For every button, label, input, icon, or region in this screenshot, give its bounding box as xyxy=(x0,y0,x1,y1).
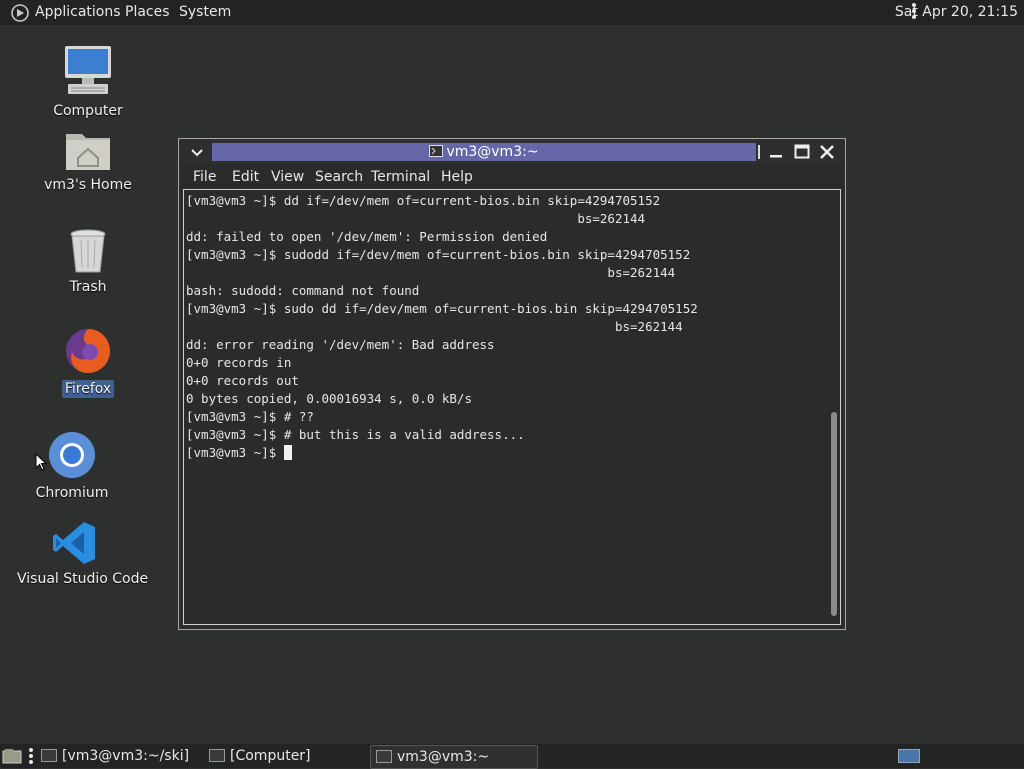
text-cursor xyxy=(283,445,292,460)
task-button-computer[interactable]: [Computer] xyxy=(204,745,390,767)
menu-help[interactable]: Help xyxy=(441,169,473,185)
task-button-terminal-ski[interactable]: [vm3@vm3:~/ski] xyxy=(36,745,227,767)
trash-icon xyxy=(70,229,106,273)
terminal-icon xyxy=(376,750,392,763)
scrollbar[interactable] xyxy=(830,194,838,618)
terminal-line: 0+0 records out xyxy=(186,373,299,388)
terminal-line: 0 bytes copied, 0.00016934 s, 0.0 kB/s xyxy=(186,391,472,406)
window-titlebar[interactable]: vm3@vm3:~ xyxy=(179,139,845,164)
computer-small-icon xyxy=(209,749,225,762)
desktop-icon-computer[interactable]: Computer xyxy=(38,44,138,120)
terminal-prompt-line[interactable]: [vm3@vm3 ~]$ xyxy=(186,444,822,462)
menu-system[interactable]: System xyxy=(179,4,231,20)
window-menu-chevron-icon[interactable] xyxy=(187,142,207,162)
desktop-icon-vscode[interactable]: Visual Studio Code xyxy=(14,520,148,588)
terminal-line: bs=262144 xyxy=(186,211,646,226)
menu-search[interactable]: Search xyxy=(315,169,363,185)
desktop-icon-label: Computer xyxy=(53,103,123,119)
show-desktop-icon[interactable] xyxy=(2,748,22,768)
bottom-taskbar: [vm3@vm3:~/ski] [Computer] vm3@vm3:~ xyxy=(0,744,1024,769)
terminal-title-icon xyxy=(429,145,444,157)
terminal-line: bash: sudodd: command not found xyxy=(186,283,420,298)
desktop-icon-label: vm3's Home xyxy=(44,177,132,193)
terminal-line: [vm3@vm3 ~]$ sudo dd if=/dev/mem of=curr… xyxy=(186,301,698,316)
maximize-icon[interactable] xyxy=(792,142,812,162)
workspace-switcher[interactable] xyxy=(898,749,920,763)
gnome-foot-icon[interactable] xyxy=(10,3,30,27)
terminal-line: 0+0 records in xyxy=(186,355,292,370)
vscode-icon xyxy=(53,522,95,564)
terminal-icon xyxy=(41,749,57,762)
home-folder-icon xyxy=(66,134,110,170)
menu-view[interactable]: View xyxy=(271,169,304,185)
task-label: [Computer] xyxy=(230,748,311,764)
chromium-icon xyxy=(49,432,95,478)
desktop-icon-label: Visual Studio Code xyxy=(17,571,149,587)
menu-places[interactable]: Places xyxy=(125,4,170,20)
task-button-terminal-active[interactable]: vm3@vm3:~ xyxy=(370,745,538,769)
terminal-line: [vm3@vm3 ~]$ sudodd if=/dev/mem of=curre… xyxy=(186,247,691,262)
terminal-line: [vm3@vm3 ~]$ dd if=/dev/mem of=current-b… xyxy=(186,193,661,208)
menu-applications[interactable]: Applications xyxy=(35,4,121,20)
mouse-pointer-icon xyxy=(35,453,47,471)
title-divider xyxy=(758,145,760,159)
firefox-icon xyxy=(66,329,110,373)
taskbar-handle-icon[interactable] xyxy=(29,748,33,766)
desktop-icon-trash[interactable]: Trash xyxy=(38,228,138,296)
menu-edit[interactable]: Edit xyxy=(232,169,259,185)
window-title: vm3@vm3:~ xyxy=(446,144,539,160)
terminal-line: bs=262144 xyxy=(186,319,683,334)
window-title-bar-center: vm3@vm3:~ xyxy=(212,143,756,161)
minimize-icon[interactable] xyxy=(766,142,786,162)
task-label: vm3@vm3:~ xyxy=(397,749,490,765)
terminal-output[interactable]: [vm3@vm3 ~]$ dd if=/dev/mem of=current-b… xyxy=(183,189,841,625)
terminal-prompt: [vm3@vm3 ~]$ xyxy=(186,445,284,460)
menu-terminal[interactable]: Terminal xyxy=(371,169,430,185)
terminal-menubar: File Edit View Search Terminal Help xyxy=(183,165,839,189)
terminal-line: dd: failed to open '/dev/mem': Permissio… xyxy=(186,229,548,244)
terminal-line: [vm3@vm3 ~]$ # ?? xyxy=(186,409,314,424)
terminal-line: bs=262144 xyxy=(186,265,676,280)
top-panel: Applications Places System Sat Apr 20, 2… xyxy=(0,0,1024,25)
close-icon[interactable] xyxy=(817,142,837,162)
desktop-icon-label: Chromium xyxy=(35,485,109,501)
desktop-icon-label: Trash xyxy=(69,279,107,295)
desktop-icon-label: Firefox xyxy=(61,380,115,398)
desktop-icon-home[interactable]: vm3's Home xyxy=(38,128,138,194)
terminal-line: [vm3@vm3 ~]$ # but this is a valid addre… xyxy=(186,427,525,442)
desktop-icon-firefox[interactable]: Firefox xyxy=(38,326,138,398)
task-label: [vm3@vm3:~/ski] xyxy=(62,748,190,764)
menu-file[interactable]: File xyxy=(193,169,216,185)
scrollbar-thumb[interactable] xyxy=(831,412,837,616)
terminal-text: [vm3@vm3 ~]$ dd if=/dev/mem of=current-b… xyxy=(186,192,822,462)
computer-icon xyxy=(65,46,111,94)
clock[interactable]: Sat Apr 20, 21:15 xyxy=(895,4,1018,20)
terminal-window[interactable]: vm3@vm3:~ File Edit View Search Terminal… xyxy=(178,138,846,630)
terminal-line: dd: error reading '/dev/mem': Bad addres… xyxy=(186,337,495,352)
